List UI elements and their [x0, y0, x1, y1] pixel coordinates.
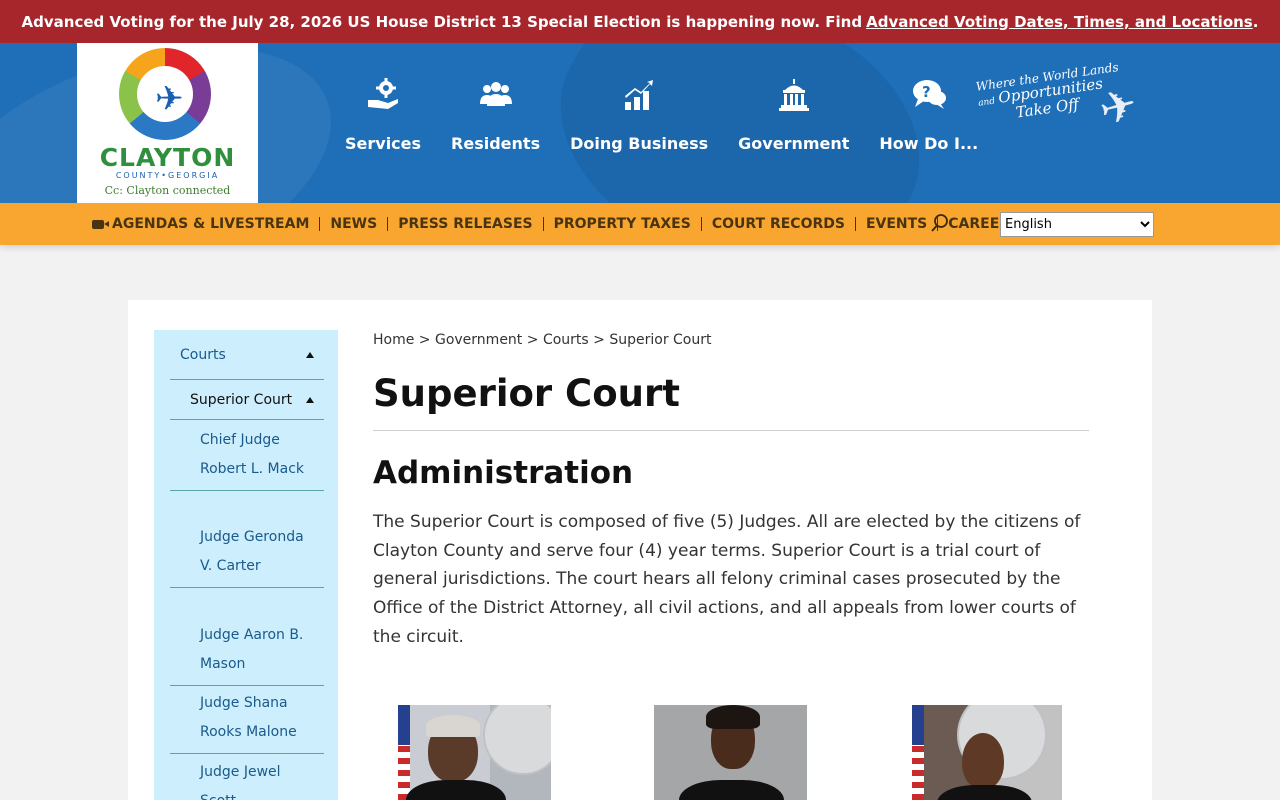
airplane-icon: ✈: [1094, 78, 1143, 137]
nav-doing-business[interactable]: Doing Business: [555, 78, 723, 153]
collapse-caret-icon[interactable]: [306, 351, 314, 358]
breadcrumb-courts[interactable]: Courts: [543, 332, 589, 348]
sidebar-item-judge-mason[interactable]: Judge Aaron B. Mason: [170, 615, 324, 686]
advanced-voting-link[interactable]: Advanced Voting Dates, Times, and Locati…: [866, 13, 1253, 31]
video-camera-icon: [92, 219, 109, 229]
sidebar-item-judge-carter[interactable]: Judge Geronda V. Carter: [170, 517, 324, 588]
language-select[interactable]: English: [1000, 212, 1154, 237]
alert-text: Advanced Voting for the July 28, 2026 US…: [21, 12, 863, 31]
question-bubble-icon: ?: [912, 80, 946, 109]
sidebar-item-judge-malone[interactable]: Judge Shana Rooks Malone: [170, 683, 324, 754]
sidebar-item-superior-court[interactable]: Superior Court: [170, 380, 324, 420]
main-navigation: Services Residents Doing Business Govern…: [330, 78, 993, 153]
logo-subtitle: COUNTY•GEORGIA: [115, 171, 220, 180]
nav-government-label: Government: [738, 134, 850, 153]
util-agendas-livestream[interactable]: AGENDAS & LIVESTREAM: [92, 217, 321, 231]
logo-tagline: Cc: Clayton connected: [104, 184, 231, 197]
sidebar-nav: Courts Superior Court Chief Judge Robert…: [154, 330, 338, 800]
util-property-taxes[interactable]: PROPERTY TAXES: [544, 217, 702, 231]
util-press-releases[interactable]: PRESS RELEASES: [388, 217, 544, 231]
people-icon: [479, 82, 512, 106]
nav-doing-business-label: Doing Business: [570, 134, 709, 153]
judge-face: [962, 733, 1004, 789]
body-paragraph: The Superior Court is composed of five (…: [373, 512, 1081, 647]
nav-how-do-i[interactable]: ? How Do I...: [864, 78, 993, 153]
alert-suffix: .: [1252, 12, 1259, 31]
slogan-line2-small: and: [977, 96, 996, 109]
sidebar-item-courts[interactable]: Courts: [170, 330, 324, 380]
util-events[interactable]: EVENTS: [856, 217, 939, 231]
breadcrumb-home[interactable]: Home: [373, 332, 414, 348]
nav-how-do-i-label: How Do I...: [879, 134, 979, 153]
alert-banner: Advanced Voting for the July 28, 2026 US…: [0, 0, 1280, 43]
clayton-county-logo[interactable]: ✈ CLAYTON COUNTY•GEORGIA Cc: Clayton con…: [77, 43, 258, 203]
nav-residents-label: Residents: [451, 134, 541, 153]
airplane-logo-icon: ✈: [155, 79, 184, 119]
page-title: Superior Court: [373, 372, 680, 415]
judge-photo-mack[interactable]: [398, 705, 551, 800]
breadcrumb-current: Superior Court: [609, 332, 712, 348]
nav-residents[interactable]: Residents: [436, 78, 555, 153]
section-title: Administration: [373, 455, 634, 491]
nav-services[interactable]: Services: [330, 78, 436, 153]
flag-graphic: [912, 705, 924, 800]
title-divider: [373, 430, 1089, 431]
nav-government[interactable]: Government: [723, 78, 864, 153]
judge-photo-carter[interactable]: [654, 705, 807, 800]
sidebar-item-judge-mack[interactable]: Chief Judge Robert L. Mack: [170, 420, 324, 491]
util-news[interactable]: NEWS: [320, 217, 389, 231]
flag-graphic: [398, 705, 410, 800]
seal-graphic: [483, 705, 551, 775]
sidebar-item-judge-scott[interactable]: Judge Jewel Scott: [170, 752, 324, 800]
gear-hand-icon: [368, 78, 399, 109]
nav-services-label: Services: [345, 134, 422, 153]
search-icon[interactable]: [930, 213, 950, 233]
chart-growth-icon: [625, 80, 654, 110]
site-header: ✈ CLAYTON COUNTY•GEORGIA Cc: Clayton con…: [0, 43, 1280, 203]
breadcrumb-government[interactable]: Government: [435, 332, 522, 348]
judge-photo-mason[interactable]: [912, 705, 1062, 800]
util-court-records[interactable]: COURT RECORDS: [702, 217, 856, 231]
svg-text:?: ?: [922, 83, 931, 101]
capitol-building-icon: [778, 79, 809, 111]
logo-brand: CLAYTON: [99, 143, 236, 172]
slogan-graphic: Where the World Lands and Opportunities …: [975, 60, 1185, 137]
collapse-caret-icon[interactable]: [306, 396, 314, 403]
breadcrumb: Home > Government > Courts > Superior Co…: [373, 332, 712, 348]
